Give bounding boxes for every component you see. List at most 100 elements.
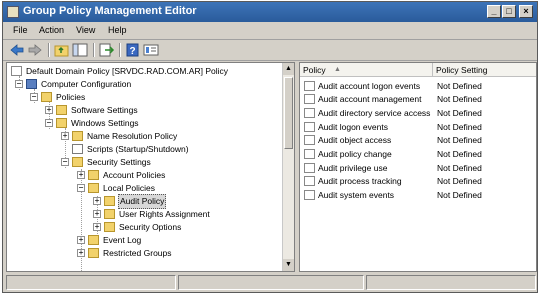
tree-label: Event Log [103,235,142,245]
list-row[interactable]: Audit account management Not Defined [300,93,536,106]
tree-label: Restricted Groups [103,248,172,258]
column-header-policy[interactable]: Policy ▲ [300,63,433,77]
tree-label: Default Domain Policy [SRVDC.RAD.COM.AR]… [26,66,229,76]
svg-text:?: ? [129,46,135,57]
expand-icon[interactable]: + [61,132,69,140]
expand-icon[interactable]: + [93,197,101,205]
expand-icon[interactable]: + [77,171,85,179]
folder-icon [56,118,67,128]
tree-label: Policies [56,92,86,102]
tree-label: Security Settings [87,157,151,167]
policy-list-pane[interactable]: Policy ▲ Policy Setting Audit account lo… [299,62,537,272]
expand-icon[interactable]: + [77,236,85,244]
folder-icon [72,131,83,141]
policy-name: Audit system events [318,190,395,200]
list-row[interactable]: Audit privilege use Not Defined [300,162,536,175]
toolbar: ? [3,40,537,61]
folder-icon [56,105,67,115]
folder-icon [88,170,99,180]
tree-scrollbar[interactable]: ▲ ▼ [282,63,294,271]
policy-value: Not Defined [437,94,482,104]
folder-icon [41,92,52,102]
collapse-icon[interactable]: − [61,158,69,166]
scroll-down-icon[interactable]: ▼ [283,259,294,271]
collapse-icon[interactable]: − [30,93,38,101]
collapse-icon[interactable]: − [77,184,85,192]
scroll-up-icon[interactable]: ▲ [283,63,294,75]
policy-name: Audit logon events [318,122,388,132]
policy-setting-icon [304,135,315,145]
show-hide-tree-icon[interactable] [72,43,88,57]
policy-name: Audit object access [318,135,392,145]
list-row[interactable]: Audit account logon events Not Defined [300,80,536,93]
folder-icon [88,248,99,258]
collapse-icon[interactable]: − [45,119,53,127]
list-row[interactable]: Audit object access Not Defined [300,134,536,147]
policy-name: Audit process tracking [318,176,402,186]
scroll-thumb[interactable] [284,77,293,149]
menu-view[interactable]: View [76,25,95,35]
expand-icon[interactable]: + [77,249,85,257]
policy-setting-icon [304,149,315,159]
policy-setting-icon [304,108,315,118]
policy-name: Audit privilege use [318,163,388,173]
list-row[interactable]: Audit process tracking Not Defined [300,175,536,188]
back-arrow-icon[interactable] [9,43,25,57]
folder-icon [104,209,115,219]
menu-file[interactable]: File [13,25,28,35]
expand-icon[interactable]: + [45,106,53,114]
menu-bar: File Action View Help [3,22,537,40]
list-row[interactable]: Audit logon events Not Defined [300,121,536,134]
close-button[interactable]: × [519,5,533,18]
policy-name: Audit directory service access [318,108,431,118]
help-icon[interactable]: ? [125,43,141,57]
status-panel [6,275,176,290]
toolbar-separator [93,43,95,57]
policy-setting-icon [304,94,315,104]
folder-icon [104,222,115,232]
tree-label: Windows Settings [71,118,139,128]
forward-arrow-icon[interactable] [27,43,43,57]
menu-action[interactable]: Action [39,25,64,35]
list-row[interactable]: Audit policy change Not Defined [300,148,536,161]
column-header-policy-setting[interactable]: Policy Setting [433,63,536,77]
folder-icon [104,196,115,206]
security-folder-icon [72,157,83,167]
list-row[interactable]: Audit system events Not Defined [300,189,536,202]
maximize-button[interactable]: □ [502,5,516,18]
list-row[interactable]: Audit directory service access Not Defin… [300,107,536,120]
export-list-icon[interactable] [99,43,115,57]
status-panel [366,275,536,290]
policy-name: Audit account management [318,94,422,104]
tree-label: Account Policies [103,170,166,180]
column-header-label: Policy [303,65,326,75]
expand-icon[interactable]: + [93,210,101,218]
title-bar[interactable]: Group Policy Management Editor _ □ × [3,2,537,22]
policy-value: Not Defined [437,135,482,145]
menu-help[interactable]: Help [108,25,127,35]
tree-label: Computer Configuration [41,79,132,89]
policy-name: Audit policy change [318,149,392,159]
policy-setting-icon [304,81,315,91]
editor-window: Group Policy Management Editor _ □ × Fil… [2,1,538,293]
window-title: Group Policy Management Editor [23,5,197,17]
console-tree[interactable]: Default Domain Policy [SRVDC.RAD.COM.AR]… [6,62,295,272]
tree-label: Security Options [119,222,182,232]
policy-setting-icon [304,163,315,173]
up-folder-icon[interactable] [54,43,70,57]
properties-icon[interactable] [143,43,159,57]
collapse-icon[interactable]: − [15,80,23,88]
policy-name: Audit account logon events [318,81,421,91]
tree-label: Name Resolution Policy [87,131,178,141]
policy-value: Not Defined [437,108,482,118]
tree-label: Software Settings [71,105,138,115]
policy-setting-icon [304,122,315,132]
app-icon [7,6,19,18]
folder-icon [88,183,99,193]
sort-ascending-icon: ▲ [334,66,341,73]
expand-icon[interactable]: + [93,223,101,231]
minimize-button[interactable]: _ [487,5,501,18]
tree-label: Scripts (Startup/Shutdown) [87,144,189,154]
policy-value: Not Defined [437,81,482,91]
policy-value: Not Defined [437,149,482,159]
